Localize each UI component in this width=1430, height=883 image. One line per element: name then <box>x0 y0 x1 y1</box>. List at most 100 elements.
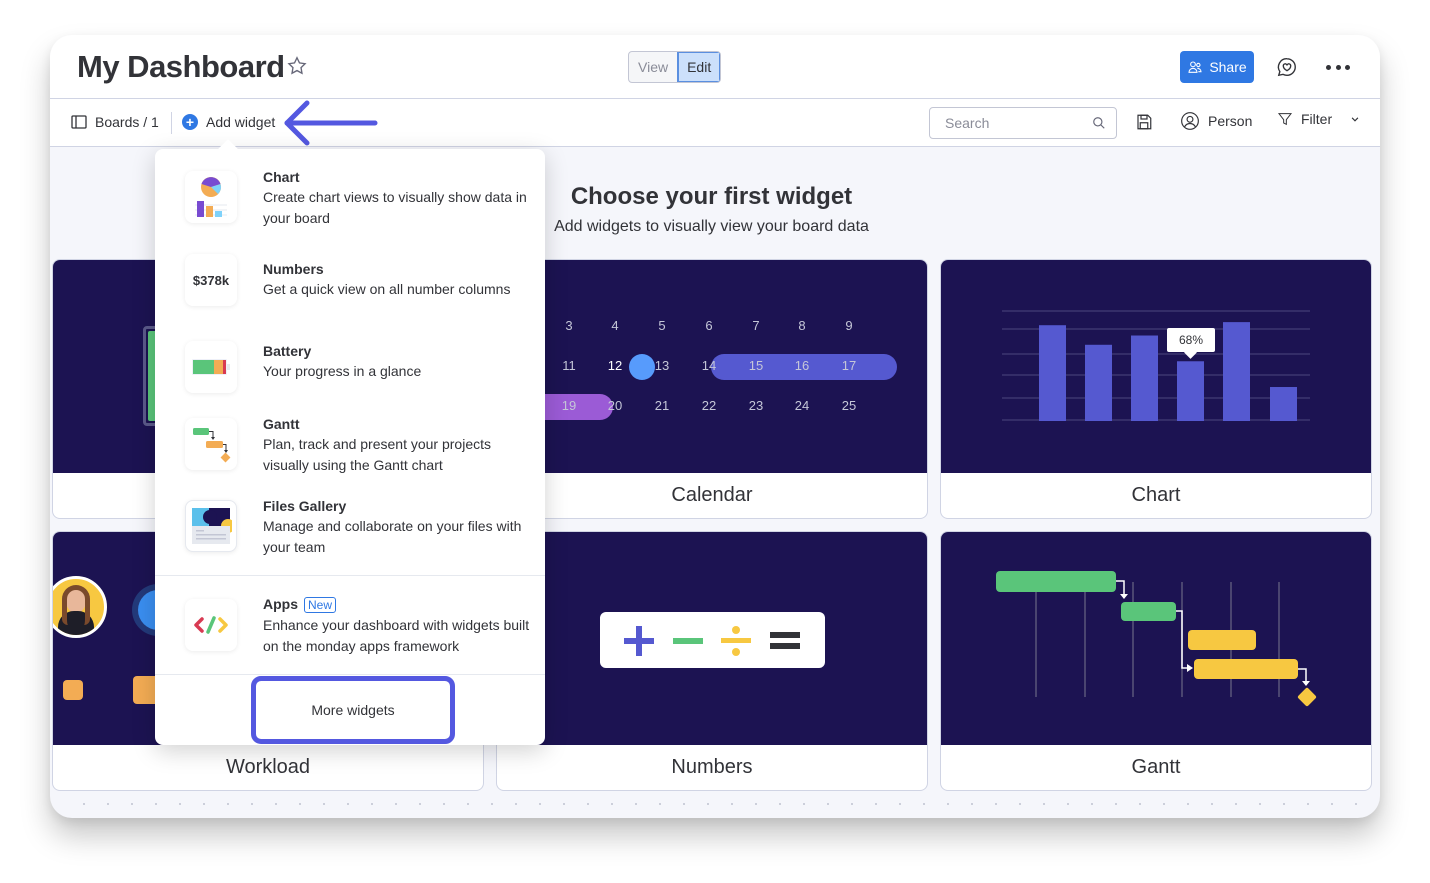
more-widgets-button[interactable]: More widgets <box>251 676 455 744</box>
toolbar: Boards / 1 + Add widget Person Filter <box>50 99 1380 147</box>
add-widget-dropdown: Chart Create chart views to visually sho… <box>155 149 545 745</box>
chevron-down-icon[interactable] <box>1348 112 1362 126</box>
divide-operator-icon <box>721 626 751 656</box>
calendar-day: 24 <box>794 398 810 413</box>
filter-funnel-icon <box>1277 113 1293 126</box>
card-label: Chart <box>1131 484 1181 506</box>
filter-button[interactable]: Filter <box>1277 111 1362 127</box>
add-widget-button[interactable]: + Add widget <box>182 114 275 130</box>
files-gallery-icon <box>185 500 237 552</box>
calendar-day: 8 <box>798 318 806 333</box>
dropdown-item-desc: Plan, track and present your projects vi… <box>263 436 492 473</box>
calendar-day: 6 <box>705 318 713 333</box>
math-operators-panel <box>600 612 825 668</box>
card-label: Calendar <box>671 484 753 506</box>
bar-chart-preview <box>1002 310 1310 421</box>
dropdown-item-desc: Get a quick view on all number columns <box>263 281 511 297</box>
card-label: Gantt <box>1131 756 1181 778</box>
share-button[interactable]: Share <box>1180 51 1254 83</box>
dropdown-item-battery[interactable]: Battery Your progress in a glance <box>155 329 545 409</box>
dropdown-item-title: Battery <box>263 343 312 359</box>
annotation-arrow-icon <box>284 100 378 146</box>
numbers-icon-text: $378k <box>192 272 230 288</box>
dropdown-item-desc: Enhance your dashboard with widgets buil… <box>263 617 530 654</box>
canvas-grid-dots <box>72 802 1372 806</box>
dropdown-item-numbers[interactable]: $378k Numbers Get a quick view on all nu… <box>155 244 545 329</box>
dropdown-item-files-gallery[interactable]: Files Gallery Manage and collaborate on … <box>155 491 545 576</box>
dropdown-item-gantt[interactable]: Gantt Plan, track and present your proje… <box>155 409 545 491</box>
calendar-day: 21 <box>654 398 670 413</box>
calendar-day: 15 <box>748 358 764 373</box>
chat-heart-icon[interactable] <box>1276 56 1298 78</box>
boards-label: Boards / 1 <box>95 114 159 130</box>
people-icon <box>1188 61 1202 73</box>
sidebar-panel-icon <box>71 115 87 129</box>
search-input[interactable] <box>945 115 1092 131</box>
widget-card-chart[interactable]: 68% Chart <box>940 259 1372 519</box>
share-label: Share <box>1209 59 1247 75</box>
more-options-icon[interactable] <box>1326 57 1350 77</box>
numbers-icon: $378k <box>185 254 237 306</box>
calendar-day: 23 <box>748 398 764 413</box>
gantt-icon <box>185 418 237 470</box>
chart-bar <box>1131 335 1158 421</box>
calendar-day: 25 <box>841 398 857 413</box>
chart-illustration: 68% <box>941 260 1371 473</box>
calendar-illustration: 2345678910111213141516171819202122232425 <box>497 260 927 473</box>
search-box <box>929 107 1117 139</box>
chart-bar <box>1177 361 1204 421</box>
filter-label: Filter <box>1301 111 1333 127</box>
gantt-illustration <box>941 532 1371 745</box>
dropdown-item-apps[interactable]: Apps New Enhance your dashboard with widg… <box>155 576 545 674</box>
calendar-day: 9 <box>845 318 853 333</box>
toolbar-divider <box>171 112 172 134</box>
battery-icon <box>185 341 237 393</box>
numbers-illustration <box>497 532 927 745</box>
dropdown-item-desc: Your progress in a glance <box>263 363 422 379</box>
widget-card-numbers[interactable]: Numbers <box>496 531 928 791</box>
apps-title-text: Apps <box>263 596 298 612</box>
chart-icon <box>185 171 237 223</box>
person-filter-button[interactable]: Person <box>1180 111 1252 131</box>
gantt-task-bar <box>996 571 1116 592</box>
header-bar: My Dashboard View Edit Share <box>50 35 1380 99</box>
calendar-day: 16 <box>794 358 810 373</box>
calendar-day: 5 <box>658 318 666 333</box>
star-icon[interactable] <box>286 55 308 77</box>
view-mode-button[interactable]: View <box>629 52 677 82</box>
gantt-task-bar <box>1121 602 1176 621</box>
person-circle-icon <box>1181 112 1199 130</box>
widget-card-calendar[interactable]: 2345678910111213141516171819202122232425… <box>496 259 928 519</box>
dropdown-item-title: Gantt <box>263 416 300 432</box>
chart-tooltip-value: 68% <box>1178 333 1204 347</box>
edit-mode-button[interactable]: Edit <box>677 52 721 82</box>
equals-operator-icon <box>770 632 800 649</box>
gantt-milestone <box>1297 687 1317 707</box>
dropdown-separator <box>155 674 545 675</box>
calendar-day: 3 <box>565 318 573 333</box>
plus-circle-icon: + <box>182 114 198 130</box>
calendar-day: 11 <box>562 358 576 373</box>
chart-bar <box>1223 322 1250 421</box>
dropdown-item-title: Numbers <box>263 261 324 277</box>
calendar-day: 14 <box>701 358 717 373</box>
person-label: Person <box>1208 113 1253 129</box>
dropdown-item-chart[interactable]: Chart Create chart views to visually sho… <box>155 149 545 244</box>
calendar-day: 17 <box>841 358 857 373</box>
search-icon[interactable] <box>1092 116 1106 130</box>
dropdown-item-title: Chart <box>263 169 300 185</box>
calendar-day: 19 <box>561 398 577 413</box>
gantt-task-bar <box>1188 630 1256 650</box>
boards-button[interactable]: Boards / 1 <box>71 114 159 130</box>
view-edit-toggle: View Edit <box>628 51 722 83</box>
workload-block <box>63 680 83 700</box>
save-icon[interactable] <box>1135 113 1153 131</box>
widget-card-gantt[interactable]: Gantt <box>940 531 1372 791</box>
plus-operator-icon <box>624 626 654 656</box>
calendar-day: 4 <box>611 318 619 333</box>
calendar-day: 22 <box>701 398 717 413</box>
minus-operator-icon <box>673 638 703 644</box>
code-icon <box>185 599 237 651</box>
card-label: Workload <box>225 756 311 778</box>
card-label: Numbers <box>671 756 753 778</box>
